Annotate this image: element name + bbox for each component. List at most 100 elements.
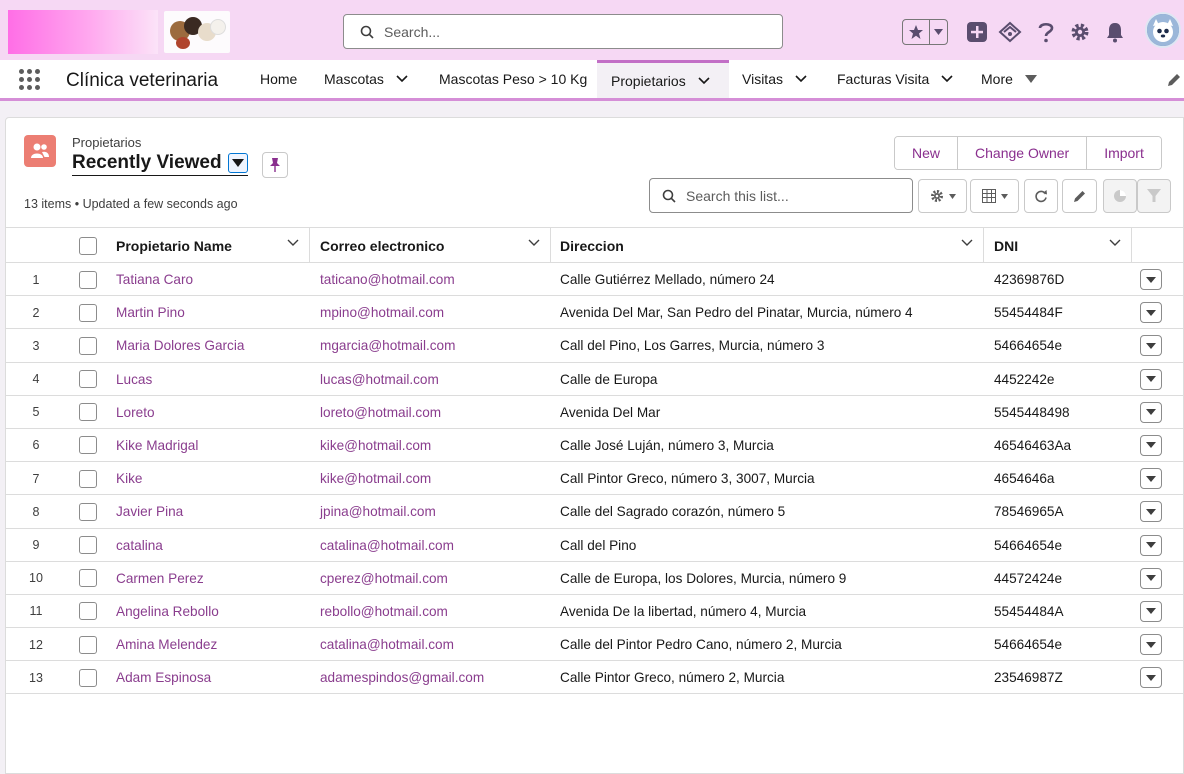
row-actions-button[interactable] [1140, 302, 1162, 324]
owner-name-link[interactable]: Lucas [116, 363, 152, 396]
owner-name-link[interactable]: Javier Pina [116, 495, 183, 528]
row-checkbox[interactable] [79, 270, 97, 289]
row-checkbox[interactable] [79, 403, 97, 422]
row-checkbox[interactable] [79, 569, 97, 588]
display-as-button[interactable] [970, 179, 1019, 213]
nav-item-mascotas[interactable]: Mascotas [324, 60, 408, 98]
chevron-down-icon[interactable] [961, 239, 973, 247]
email-link[interactable]: kike@hotmail.com [320, 429, 431, 462]
owner-name-link[interactable]: Loreto [116, 396, 155, 429]
owner-name-link[interactable]: Amina Melendez [116, 628, 217, 661]
email-link[interactable]: mgarcia@hotmail.com [320, 329, 455, 362]
row-actions-button[interactable] [1140, 534, 1162, 556]
trailhead-icon[interactable] [998, 20, 1022, 44]
email-link[interactable]: taticano@hotmail.com [320, 263, 455, 296]
owner-name-link[interactable]: Maria Dolores Garcia [116, 329, 244, 362]
row-actions-button[interactable] [1140, 567, 1162, 589]
row-actions-button[interactable] [1140, 401, 1162, 423]
add-icon[interactable] [965, 20, 989, 44]
email-link[interactable]: catalina@hotmail.com [320, 628, 454, 661]
list-view-dropdown-icon[interactable] [227, 153, 248, 173]
row-checkbox[interactable] [79, 502, 97, 521]
nav-item-propietarios[interactable]: Propietarios [597, 60, 729, 98]
pin-button[interactable] [262, 152, 288, 178]
favorites-dropdown-icon[interactable] [930, 20, 947, 44]
chevron-down-icon[interactable] [287, 239, 299, 247]
waffle-icon[interactable] [19, 69, 41, 91]
row-checkbox[interactable] [79, 303, 97, 322]
column-header-address[interactable]: Direccion [551, 228, 984, 263]
global-search-input[interactable]: Search... [343, 14, 783, 49]
avatar[interactable] [1145, 12, 1181, 48]
email-link[interactable]: kike@hotmail.com [320, 462, 431, 495]
row-checkbox[interactable] [79, 635, 97, 654]
list-search-input[interactable]: Search this list... [649, 178, 913, 213]
column-header-email[interactable]: Correo electronico [310, 228, 551, 263]
email-link[interactable]: adamespindos@gmail.com [320, 661, 484, 694]
gear-icon[interactable] [1068, 20, 1092, 44]
row-actions-button[interactable] [1140, 501, 1162, 523]
nav-item-mascotas-peso[interactable]: Mascotas Peso > 10 Kg [439, 60, 587, 98]
email-link[interactable]: jpina@hotmail.com [320, 495, 436, 528]
star-icon[interactable] [903, 20, 930, 44]
column-header-name[interactable]: Propietario Name [99, 228, 310, 263]
import-button[interactable]: Import [1086, 137, 1161, 169]
inline-edit-button[interactable] [1062, 179, 1097, 213]
column-header-dni[interactable]: DNI [984, 228, 1132, 263]
row-actions-button[interactable] [1140, 634, 1162, 656]
chevron-down-icon[interactable] [528, 239, 540, 247]
owner-name-link[interactable]: Tatiana Caro [116, 263, 193, 296]
owner-name-link[interactable]: Angelina Rebollo [116, 595, 219, 628]
chevron-down-icon[interactable] [941, 75, 953, 83]
nav-item-more[interactable]: More [981, 60, 1037, 98]
row-checkbox[interactable] [79, 370, 97, 389]
email-link[interactable]: catalina@hotmail.com [320, 529, 454, 562]
nav-item-visitas[interactable]: Visitas [742, 60, 807, 98]
new-button[interactable]: New [895, 137, 958, 169]
change-owner-button[interactable]: Change Owner [957, 137, 1087, 169]
row-actions-button[interactable] [1140, 468, 1162, 490]
row-checkbox[interactable] [79, 668, 97, 687]
row-actions-button[interactable] [1140, 600, 1162, 622]
row-checkbox[interactable] [79, 336, 97, 355]
owner-name-link[interactable]: Carmen Perez [116, 562, 204, 595]
dni-cell: 46546463Aa [994, 437, 1072, 453]
chevron-down-icon[interactable] [698, 76, 710, 85]
select-all-checkbox[interactable] [79, 236, 97, 255]
row-checkbox[interactable] [79, 469, 97, 488]
charts-button[interactable] [1103, 179, 1137, 213]
owner-name-link[interactable]: Adam Espinosa [116, 661, 211, 694]
chevron-down-icon[interactable] [795, 75, 807, 83]
pencil-icon[interactable] [1166, 72, 1182, 93]
email-link[interactable]: lucas@hotmail.com [320, 363, 439, 396]
row-checkbox[interactable] [79, 436, 97, 455]
row-actions-button[interactable] [1140, 434, 1162, 456]
list-view-selector[interactable]: Recently Viewed [72, 152, 248, 176]
help-icon[interactable] [1034, 20, 1058, 44]
email-link[interactable]: loreto@hotmail.com [320, 396, 441, 429]
owner-name-link[interactable]: catalina [116, 529, 163, 562]
chevron-down-icon[interactable] [1109, 239, 1121, 247]
owner-name-link[interactable]: Kike Madrigal [116, 429, 198, 462]
email-link[interactable]: rebollo@hotmail.com [320, 595, 448, 628]
chevron-down-icon[interactable] [396, 75, 408, 83]
nav-item-facturas-visita[interactable]: Facturas Visita [837, 60, 953, 98]
row-actions-button[interactable] [1140, 368, 1162, 390]
bell-icon[interactable] [1103, 20, 1127, 44]
list-settings-button[interactable] [918, 179, 967, 213]
row-actions-button[interactable] [1140, 269, 1162, 290]
row-actions-button[interactable] [1140, 667, 1162, 689]
caret-down-icon[interactable] [1024, 75, 1037, 83]
owner-name-link[interactable]: Martin Pino [116, 296, 185, 329]
email-link[interactable]: mpino@hotmail.com [320, 296, 444, 329]
owner-name-link[interactable]: Kike [116, 462, 142, 495]
refresh-button[interactable] [1024, 179, 1058, 213]
row-actions-button[interactable] [1140, 335, 1162, 357]
email-link[interactable]: cperez@hotmail.com [320, 562, 448, 595]
address-cell: Call Pintor Greco, número 3, 3007, Murci… [560, 471, 815, 487]
favorites-button[interactable] [902, 19, 948, 45]
row-checkbox[interactable] [79, 602, 97, 621]
nav-item-home[interactable]: Home [260, 60, 297, 98]
row-checkbox[interactable] [79, 536, 97, 554]
filter-button[interactable] [1137, 179, 1171, 213]
